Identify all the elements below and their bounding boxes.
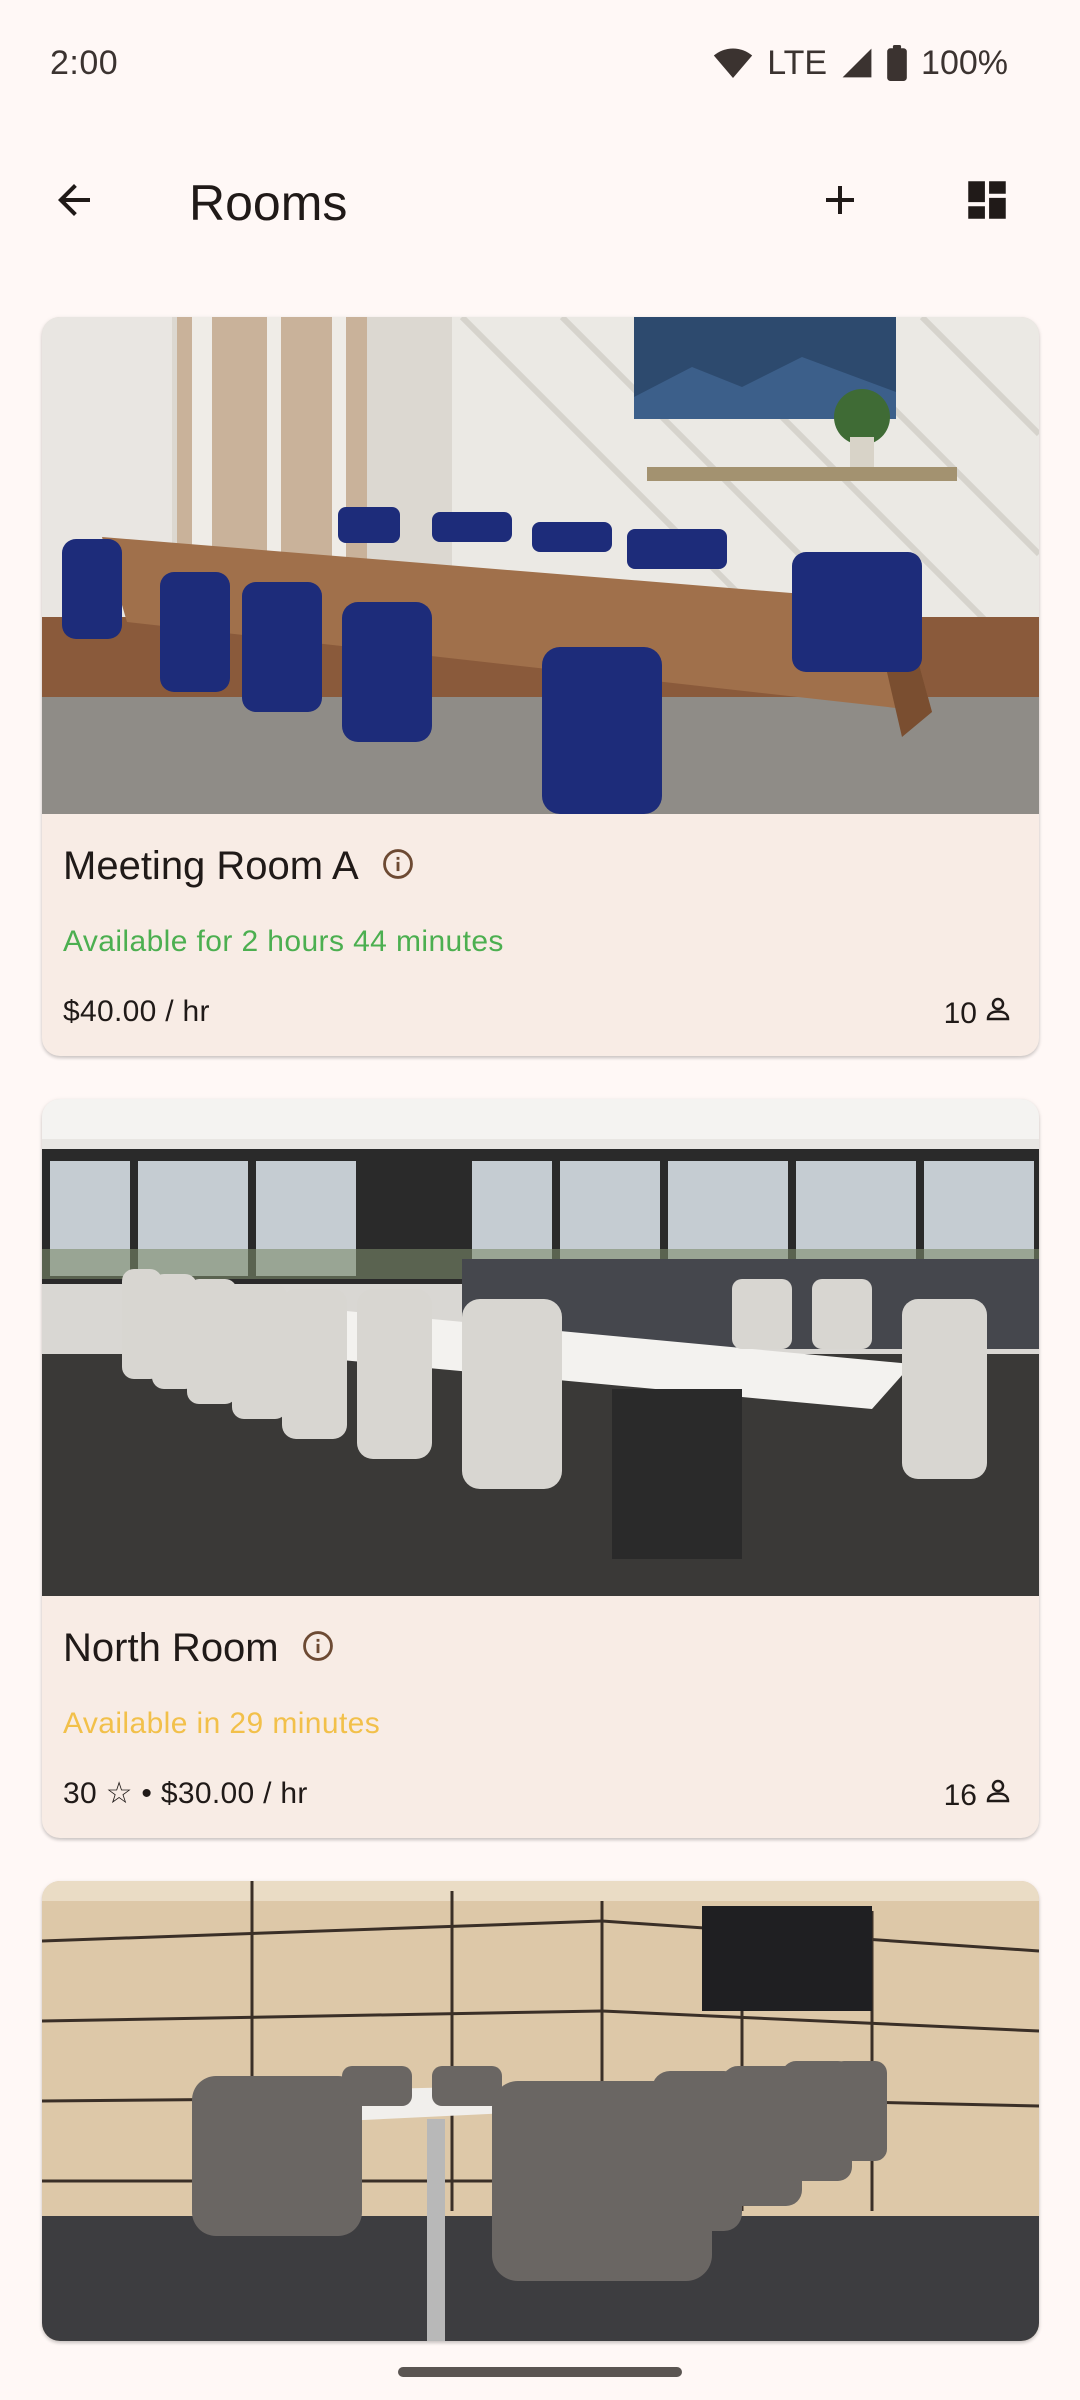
network-type: LTE — [767, 43, 828, 82]
cell-signal-icon — [841, 46, 873, 80]
room-card-north-room[interactable]: North Room Available in 29 minutes 30 ☆ … — [42, 1099, 1039, 1838]
room-photo — [42, 1099, 1039, 1596]
layout-toggle-button[interactable] — [939, 154, 1035, 250]
room-photo — [42, 317, 1039, 814]
status-time: 2:00 — [50, 43, 119, 82]
person-icon — [983, 994, 1013, 1033]
info-icon[interactable] — [381, 847, 415, 886]
room-photo — [42, 1881, 1039, 2341]
add-icon — [816, 176, 864, 229]
room-card-third[interactable] — [42, 1881, 1039, 2341]
room-name: North Room — [63, 1626, 279, 1670]
arrow-back-icon — [50, 176, 98, 229]
dashboard-icon — [962, 175, 1012, 230]
status-bar: 2:00 LTE 100% — [0, 0, 1080, 126]
room-capacity: 10 — [944, 994, 1013, 1033]
gesture-navigation-handle[interactable] — [398, 2367, 682, 2377]
top-app-bar: Rooms — [0, 126, 1080, 278]
room-capacity: 16 — [944, 1776, 1013, 1815]
person-icon — [983, 1776, 1013, 1815]
back-button[interactable] — [26, 154, 122, 250]
availability-status: Available for 2 hours 44 minutes — [63, 925, 504, 958]
capacity-count: 16 — [943, 1778, 977, 1812]
room-price: $40.00 / hr — [63, 995, 210, 1028]
info-icon[interactable] — [301, 1629, 335, 1668]
availability-status: Available in 29 minutes — [63, 1707, 381, 1740]
capacity-count: 10 — [943, 996, 977, 1030]
add-room-button[interactable] — [792, 154, 888, 250]
battery-level: 100% — [921, 43, 1008, 82]
wifi-icon — [713, 46, 753, 80]
room-price: 30 ☆ • $30.00 / hr — [63, 1777, 308, 1810]
room-card-meeting-room-a[interactable]: Meeting Room A Available for 2 hours 44 … — [42, 317, 1039, 1056]
status-indicators: LTE 100% — [713, 44, 1008, 83]
battery-icon — [887, 45, 907, 81]
page-title: Rooms — [189, 175, 348, 231]
room-name: Meeting Room A — [63, 844, 359, 888]
